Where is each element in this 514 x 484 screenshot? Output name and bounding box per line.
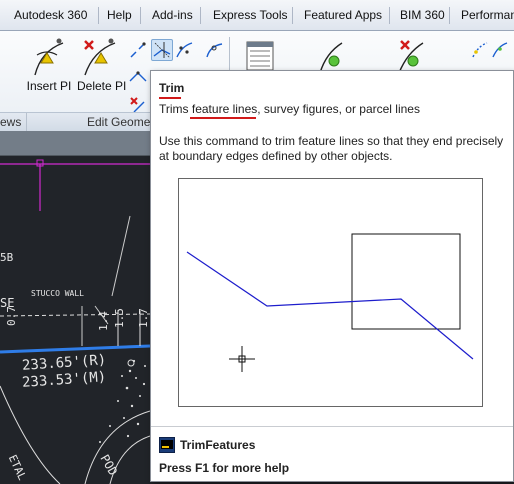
drawing-label: 1.5 (113, 308, 126, 328)
weed-icon[interactable] (128, 94, 148, 114)
properties-table-icon[interactable] (244, 40, 276, 72)
tooltip-description: Use this command to trim feature lines s… (159, 134, 504, 163)
boundary-rectangle (351, 233, 461, 330)
drawing-label: 5B (0, 251, 14, 264)
panel-title-edit-geometry[interactable]: Edit Geome (87, 115, 150, 129)
tooltip-summary: Trims feature lines, survey figures, or … (159, 102, 420, 116)
menu-performance[interactable]: Performan (461, 0, 514, 30)
raise-lower-icon[interactable] (490, 40, 510, 60)
annotation-underline (190, 117, 256, 119)
command-tooltip: Trim Trims feature lines, survey figures… (150, 70, 514, 482)
drawing-label: STUCCO WALL (31, 289, 84, 298)
break-icon[interactable] (128, 40, 148, 60)
menu-autodesk-360[interactable]: Autodesk 360 (14, 0, 87, 30)
tooltip-command-name: TrimFeatures (180, 438, 256, 452)
tooltip-help-hint: Press F1 for more help (159, 461, 290, 475)
menu-separator (140, 7, 141, 24)
menu-express-tools[interactable]: Express Tools (213, 0, 287, 30)
tooltip-preview-image (178, 178, 483, 407)
menu-separator (292, 7, 293, 24)
panel-title-views[interactable]: ews (0, 115, 21, 129)
insert-high-low-icon[interactable] (470, 40, 490, 60)
insert-pi-icon (34, 38, 64, 76)
delete-pi-label: Delete PI (77, 79, 127, 93)
trim-icon[interactable] (151, 39, 173, 61)
menu-separator (449, 7, 450, 24)
drawing-label: 1.7 (137, 308, 150, 328)
menu-help[interactable]: Help (107, 0, 132, 30)
crosshair-cursor-icon (229, 346, 255, 372)
delete-pi-button[interactable]: Delete PI (77, 35, 127, 95)
tooltip-title: Trim (159, 81, 185, 95)
menu-separator (98, 7, 99, 24)
menu-bar: Autodesk 360 Help Add-ins Express Tools … (0, 0, 514, 31)
join-icon[interactable] (128, 69, 148, 89)
feature-line (186, 251, 474, 360)
drawing-label: 0.7 (5, 306, 18, 326)
insert-pi-label: Insert PI (26, 79, 72, 93)
fillet-icon[interactable] (204, 40, 224, 60)
tooltip-divider (151, 426, 513, 427)
extend-icon[interactable] (174, 40, 194, 60)
insert-pi-button[interactable]: Insert PI (25, 35, 73, 95)
ribbon-separator (26, 113, 27, 131)
menu-bim-360[interactable]: BIM 360 (400, 0, 445, 30)
drawing-label: 1.4 (97, 311, 110, 331)
menu-separator (389, 7, 390, 24)
menu-separator (200, 7, 201, 24)
menu-add-ins[interactable]: Add-ins (152, 0, 193, 30)
menu-featured-apps[interactable]: Featured Apps (304, 0, 382, 30)
annotation-underline (159, 97, 181, 99)
command-prompt-icon (159, 437, 175, 453)
delete-pi-icon (84, 38, 116, 76)
